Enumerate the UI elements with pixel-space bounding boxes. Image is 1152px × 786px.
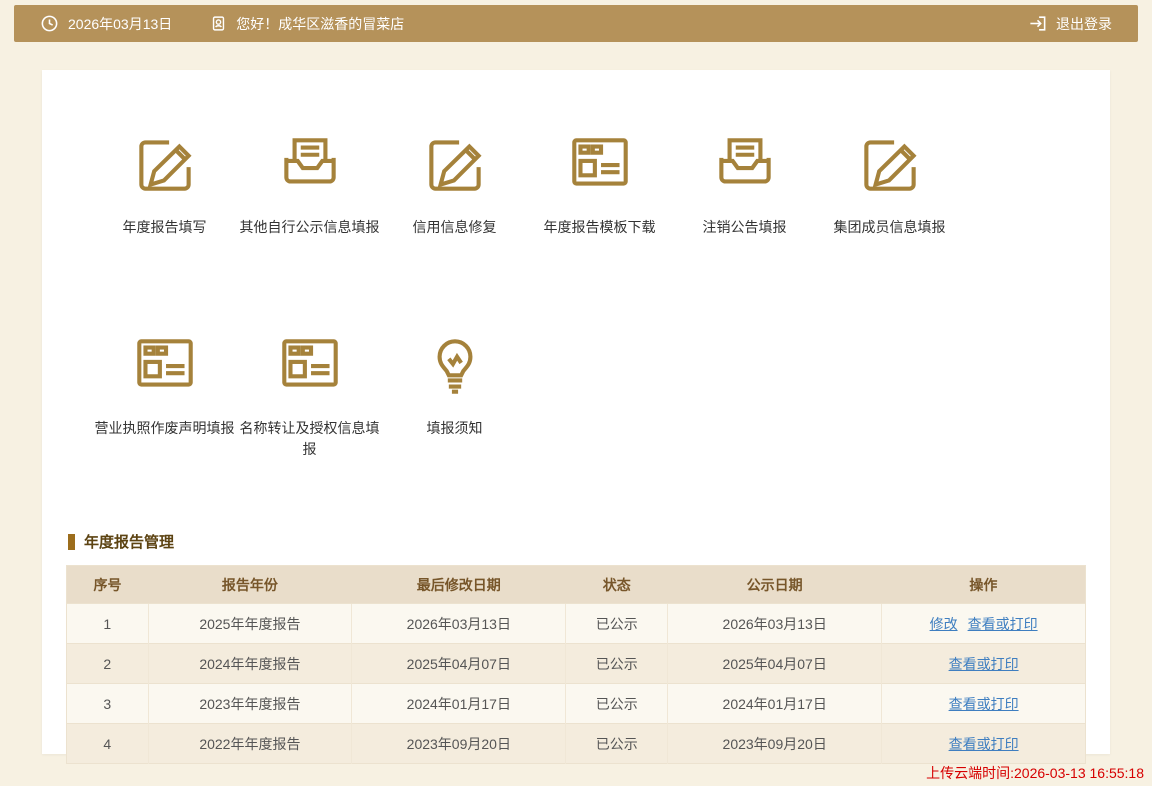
feature-other-publicity-info[interactable]: 其他自行公示信息填报 bbox=[237, 126, 382, 239]
feature-group-member-info[interactable]: 集团成员信息填报 bbox=[817, 126, 962, 239]
cell-year: 2024年年度报告 bbox=[148, 644, 352, 684]
cell-year: 2022年年度报告 bbox=[148, 724, 352, 764]
browser-icon bbox=[272, 327, 348, 403]
annual-report-table: 序号 报告年份 最后修改日期 状态 公示日期 操作 1 2025年年度报告 20… bbox=[66, 565, 1086, 764]
cell-actions: 查看或打印 bbox=[882, 644, 1086, 684]
feature-name-transfer-auth[interactable]: 名称转让及授权信息填报 bbox=[237, 327, 382, 482]
col-header-no: 序号 bbox=[67, 566, 149, 604]
main-card: 年度报告填写 其他自行公示信息填报 信用信息修复 年度报告模板下载 注销公告填报 bbox=[42, 70, 1110, 754]
logout-icon bbox=[1028, 14, 1047, 33]
col-header-modified: 最后修改日期 bbox=[352, 566, 566, 604]
feature-label: 营业执照作废声明填报 bbox=[95, 418, 235, 440]
user-greeting: 您好！成华区滋香的冒菜店 bbox=[236, 14, 404, 34]
feature-credit-repair[interactable]: 信用信息修复 bbox=[382, 126, 527, 239]
feature-label: 填报须知 bbox=[427, 418, 483, 440]
topbar-user-group: 您好！成华区滋香的冒菜店 bbox=[210, 14, 404, 34]
table-row: 4 2022年年度报告 2023年09月20日 已公示 2023年09月20日 … bbox=[67, 724, 1086, 764]
cell-modified: 2025年04月07日 bbox=[352, 644, 566, 684]
view-print-link[interactable]: 查看或打印 bbox=[949, 696, 1019, 712]
cell-actions: 修改查看或打印 bbox=[882, 604, 1086, 644]
feature-label: 年度报告模板下载 bbox=[544, 217, 656, 239]
view-print-link[interactable]: 查看或打印 bbox=[968, 616, 1038, 632]
section-heading: 年度报告管理 bbox=[84, 531, 174, 552]
feature-label: 年度报告填写 bbox=[123, 217, 207, 239]
browser-icon bbox=[562, 126, 638, 202]
title-marker bbox=[68, 534, 75, 550]
feature-annual-report-fill[interactable]: 年度报告填写 bbox=[92, 126, 237, 239]
feature-grid: 年度报告填写 其他自行公示信息填报 信用信息修复 年度报告模板下载 注销公告填报 bbox=[66, 126, 1086, 527]
cell-publish: 2026年03月13日 bbox=[668, 604, 882, 644]
feature-label: 集团成员信息填报 bbox=[834, 217, 946, 239]
cell-publish: 2025年04月07日 bbox=[668, 644, 882, 684]
col-header-actions: 操作 bbox=[882, 566, 1086, 604]
feature-cancellation-notice[interactable]: 注销公告填报 bbox=[672, 126, 817, 239]
inbox-icon bbox=[707, 126, 783, 202]
user-badge-icon bbox=[210, 14, 227, 33]
table-row: 2 2024年年度报告 2025年04月07日 已公示 2025年04月07日 … bbox=[67, 644, 1086, 684]
inbox-icon bbox=[272, 126, 348, 202]
cell-publish: 2024年01月17日 bbox=[668, 684, 882, 724]
table-row: 1 2025年年度报告 2026年03月13日 已公示 2026年03月13日 … bbox=[67, 604, 1086, 644]
col-header-publish: 公示日期 bbox=[668, 566, 882, 604]
annual-report-section-title: 年度报告管理 bbox=[68, 531, 1086, 552]
view-print-link[interactable]: 查看或打印 bbox=[949, 656, 1019, 672]
logout-button[interactable]: 退出登录 bbox=[1028, 14, 1112, 34]
cell-status: 已公示 bbox=[566, 684, 668, 724]
edit-icon bbox=[852, 126, 928, 202]
upload-time-text: 上传云端时间:2026-03-13 16:55:18 bbox=[926, 763, 1144, 783]
topbar-date-group: 2026年03月13日 bbox=[40, 14, 172, 34]
col-header-status: 状态 bbox=[566, 566, 668, 604]
cell-year: 2023年年度报告 bbox=[148, 684, 352, 724]
cell-status: 已公示 bbox=[566, 724, 668, 764]
feature-label: 其他自行公示信息填报 bbox=[240, 217, 380, 239]
cell-publish: 2023年09月20日 bbox=[668, 724, 882, 764]
topbar: 2026年03月13日 您好！成华区滋香的冒菜店 退出登录 bbox=[14, 5, 1138, 42]
cell-actions: 查看或打印 bbox=[882, 724, 1086, 764]
feature-label: 名称转让及授权信息填报 bbox=[237, 418, 382, 461]
cell-no: 4 bbox=[67, 724, 149, 764]
cell-status: 已公示 bbox=[566, 644, 668, 684]
table-row: 3 2023年年度报告 2024年01月17日 已公示 2024年01月17日 … bbox=[67, 684, 1086, 724]
modify-link[interactable]: 修改 bbox=[930, 616, 958, 632]
view-print-link[interactable]: 查看或打印 bbox=[949, 736, 1019, 752]
cell-modified: 2024年01月17日 bbox=[352, 684, 566, 724]
table-header-row: 序号 报告年份 最后修改日期 状态 公示日期 操作 bbox=[67, 566, 1086, 604]
cell-year: 2025年年度报告 bbox=[148, 604, 352, 644]
logout-label: 退出登录 bbox=[1056, 14, 1112, 34]
cell-no: 1 bbox=[67, 604, 149, 644]
cell-modified: 2026年03月13日 bbox=[352, 604, 566, 644]
current-date: 2026年03月13日 bbox=[68, 14, 172, 34]
feature-label: 注销公告填报 bbox=[703, 217, 787, 239]
cell-modified: 2023年09月20日 bbox=[352, 724, 566, 764]
feature-label: 信用信息修复 bbox=[413, 217, 497, 239]
edit-icon bbox=[417, 126, 493, 202]
cell-no: 2 bbox=[67, 644, 149, 684]
feature-filling-notice[interactable]: 填报须知 bbox=[382, 327, 527, 482]
edit-icon bbox=[127, 126, 203, 202]
col-header-year: 报告年份 bbox=[148, 566, 352, 604]
feature-license-void-statement[interactable]: 营业执照作废声明填报 bbox=[92, 327, 237, 440]
cell-status: 已公示 bbox=[566, 604, 668, 644]
clock-icon bbox=[40, 14, 59, 33]
cell-no: 3 bbox=[67, 684, 149, 724]
feature-template-download[interactable]: 年度报告模板下载 bbox=[527, 126, 672, 239]
bulb-icon bbox=[417, 327, 493, 403]
cell-actions: 查看或打印 bbox=[882, 684, 1086, 724]
browser-icon bbox=[127, 327, 203, 403]
